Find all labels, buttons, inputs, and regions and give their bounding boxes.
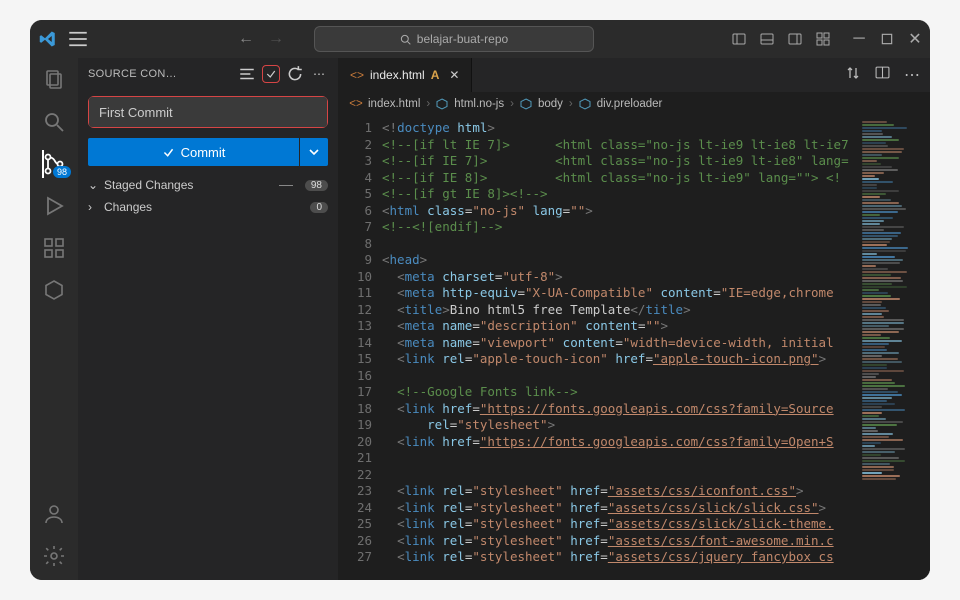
cube-icon [436, 98, 448, 110]
layout-panel-right-icon[interactable] [788, 32, 802, 46]
tab-filename: index.html [370, 68, 425, 82]
explorer-icon[interactable] [42, 68, 66, 92]
scm-sidebar: SOURCE CON… ⋯ Commit ⌄ Staged Changes 98 › C… [78, 58, 338, 580]
commit-button[interactable]: Commit [88, 138, 299, 166]
run-debug-icon[interactable] [42, 194, 66, 218]
file-html-icon: <> [350, 68, 364, 82]
vscode-window: ← → belajar-buat-repo ─ ✕ 98 [30, 20, 930, 580]
window-minimize-icon[interactable]: ─ [852, 32, 866, 46]
editor-more-icon[interactable]: ⋯ [904, 65, 920, 85]
layout-panel-bottom-icon[interactable] [760, 32, 774, 46]
tab-index-html[interactable]: <> index.html A ✕ [338, 58, 472, 92]
nav-back-icon[interactable]: ← [238, 30, 254, 48]
scm-group-count: 98 [305, 180, 328, 191]
tab-bar: <> index.html A ✕ ⋯ [338, 58, 930, 92]
tab-modified-indicator: A [431, 68, 440, 82]
vscode-logo-icon [38, 29, 58, 49]
activity-bar: 98 [30, 58, 78, 580]
compare-changes-icon[interactable] [845, 65, 861, 86]
minimap[interactable] [860, 116, 930, 580]
layout-customize-icon[interactable] [816, 32, 830, 46]
breadcrumb-label: div.preloader [597, 98, 663, 110]
line-gutter: 1234567891011121314151617181920212223242… [338, 116, 382, 580]
breadcrumb[interactable]: <>index.html›html.no-js›body›div.preload… [338, 92, 930, 116]
scm-group-label: Changes [104, 200, 304, 214]
split-editor-icon[interactable] [875, 65, 890, 85]
tab-close-icon[interactable]: ✕ [449, 68, 459, 82]
nav-forward-icon[interactable]: → [268, 30, 284, 48]
more-actions-icon[interactable]: ⋯ [310, 65, 328, 83]
sidebar-title: SOURCE CON… [88, 68, 232, 80]
file-html-icon: <> [350, 98, 362, 110]
scm-group[interactable]: › Changes 0 [78, 196, 338, 218]
settings-gear-icon[interactable] [42, 544, 66, 568]
view-as-tree-icon[interactable] [238, 65, 256, 83]
code-editor[interactable]: 1234567891011121314151617181920212223242… [338, 116, 930, 580]
hexagon-icon[interactable] [42, 278, 66, 302]
window-close-icon[interactable]: ✕ [908, 32, 922, 46]
commit-button-label: Commit [181, 145, 226, 160]
nav-arrows: ← → [238, 30, 284, 48]
refresh-icon[interactable] [286, 65, 304, 83]
search-icon[interactable] [42, 110, 66, 134]
breadcrumb-label: html.no-js [454, 98, 504, 110]
editor-area: <> index.html A ✕ ⋯ <>index.html›html.no… [338, 58, 930, 580]
breadcrumb-label: body [538, 98, 563, 110]
sidebar-header: SOURCE CON… ⋯ [78, 58, 338, 90]
commit-button-row: Commit [88, 138, 328, 166]
window-maximize-icon[interactable] [880, 32, 894, 46]
chevron-icon: › [88, 200, 98, 214]
commit-dropdown-icon[interactable] [300, 138, 328, 166]
commit-message-input-wrap [88, 96, 328, 128]
scm-group-count: 0 [310, 202, 328, 213]
command-center-text: belajar-buat-repo [417, 32, 508, 46]
scm-badge: 98 [53, 166, 71, 178]
account-icon[interactable] [42, 502, 66, 526]
titlebar: ← → belajar-buat-repo ─ ✕ [30, 20, 930, 58]
code-content[interactable]: <!doctype html><!--[if lt IE 7]> <html c… [382, 116, 860, 580]
layout-panel-left-icon[interactable] [732, 32, 746, 46]
extensions-icon[interactable] [42, 236, 66, 260]
cube-icon [520, 98, 532, 110]
scm-group-label: Staged Changes [104, 178, 273, 192]
scm-group[interactable]: ⌄ Staged Changes 98 [78, 174, 338, 196]
command-center[interactable]: belajar-buat-repo [314, 26, 594, 52]
chevron-icon: ⌄ [88, 178, 98, 192]
commit-message-input[interactable] [89, 97, 327, 127]
collapse-dash-icon[interactable] [279, 185, 293, 186]
titlebar-right: ─ ✕ [732, 32, 922, 46]
breadcrumb-label: index.html [368, 98, 420, 110]
commit-check-icon[interactable] [262, 65, 280, 83]
cube-icon [579, 98, 591, 110]
hamburger-menu-icon[interactable] [68, 29, 88, 49]
source-control-icon[interactable]: 98 [42, 152, 66, 176]
